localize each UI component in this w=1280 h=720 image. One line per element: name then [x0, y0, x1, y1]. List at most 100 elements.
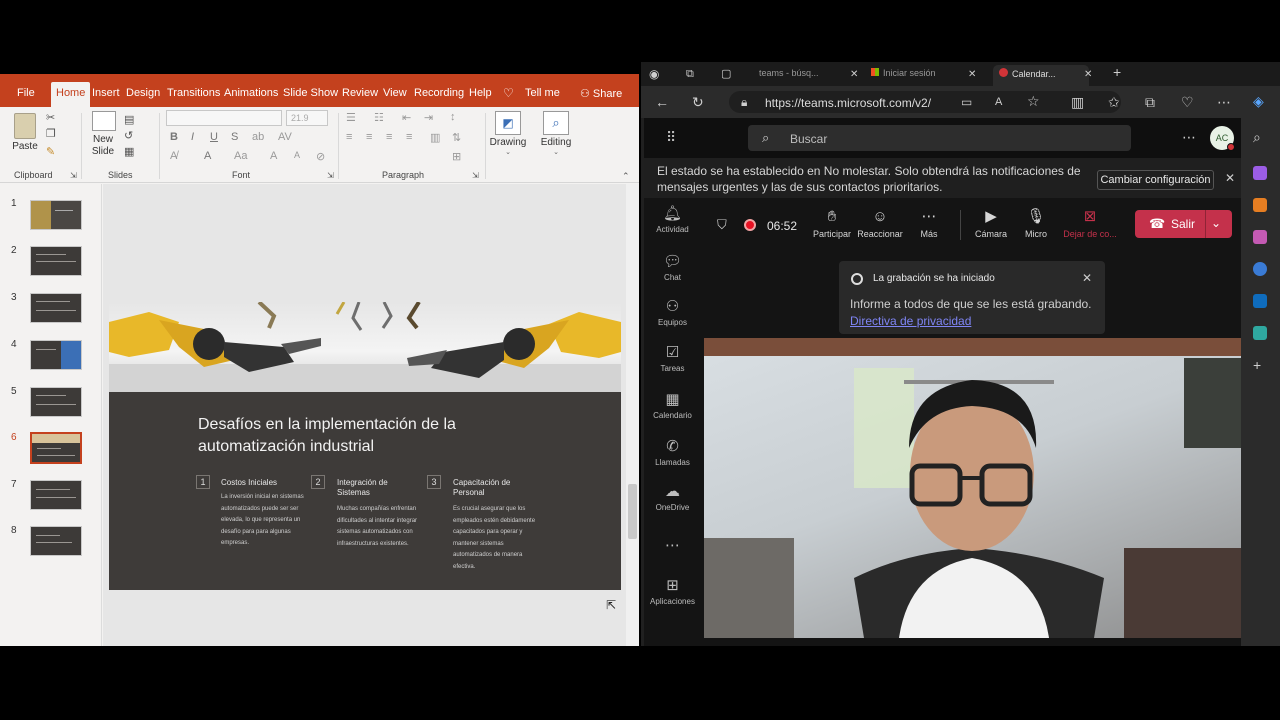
profile-icon[interactable]: ◉: [649, 67, 659, 81]
vertical-scrollbar[interactable]: [626, 184, 639, 646]
tab-actions-icon[interactable]: ▢: [721, 67, 731, 81]
tab-home[interactable]: Home: [51, 82, 91, 107]
tools-icon[interactable]: [1253, 198, 1267, 212]
slide[interactable]: Desafíos en la implementación de la auto…: [109, 302, 621, 590]
microsoft365-icon[interactable]: [1253, 262, 1267, 276]
justify-icon[interactable]: ≡: [406, 131, 412, 143]
new-tab-icon[interactable]: +: [1113, 65, 1121, 79]
rail-item-chat[interactable]: 💬︎ Chat: [644, 254, 701, 283]
shield-icon[interactable]: ⛉: [717, 218, 727, 232]
browser-tab-2[interactable]: Iniciar sesión: [871, 68, 961, 82]
leave-button[interactable]: ☎ Salir ⌄: [1135, 210, 1232, 238]
font-size-box[interactable]: 21.9: [286, 110, 328, 126]
layout-icon[interactable]: ▤: [124, 113, 134, 126]
close-icon[interactable]: ✕: [1084, 68, 1092, 82]
react-button[interactable]: ☺ Reaccionar: [856, 208, 904, 240]
grow-font-icon[interactable]: A: [270, 150, 277, 162]
slide-thumbnail-1[interactable]: [30, 200, 82, 230]
decrease-indent-icon[interactable]: ⇤: [402, 111, 411, 124]
mic-button[interactable]: 🎙︎ Micro: [1019, 208, 1053, 240]
column-1-heading[interactable]: Costos Iniciales: [221, 478, 299, 488]
read-aloud-icon[interactable]: A: [995, 95, 1002, 109]
font-family-box[interactable]: [166, 110, 282, 126]
column-3-heading[interactable]: Capacitación de Personal: [453, 478, 531, 498]
participant-video[interactable]: [704, 338, 1241, 638]
underline-icon[interactable]: U: [210, 131, 218, 143]
rail-item-tareas[interactable]: ☑ Tareas: [644, 345, 701, 374]
tab-design[interactable]: Design: [126, 87, 160, 99]
rail-item-aplicaciones[interactable]: ⊞ Aplicaciones: [644, 578, 701, 607]
add-icon[interactable]: +: [1253, 358, 1261, 372]
camera-button[interactable]: ▶ Cámara: [972, 208, 1010, 240]
slide-thumbnail-3[interactable]: [30, 293, 82, 323]
tell-me-search[interactable]: Tell me: [525, 87, 560, 99]
new-slide-button[interactable]: New Slide: [86, 111, 122, 158]
cut-icon[interactable]: ✂: [46, 111, 55, 124]
clear-format-icon[interactable]: A̸: [170, 150, 177, 162]
more-options-icon[interactable]: ⋯: [1182, 130, 1196, 144]
search-box[interactable]: ⌕ Buscar: [748, 125, 1131, 151]
clipboard-launcher-icon[interactable]: ⇲: [70, 171, 77, 180]
tab-view[interactable]: View: [383, 87, 407, 99]
rail-item-llamadas[interactable]: ✆ Llamadas: [644, 439, 701, 468]
tab-slide-show[interactable]: Slide Show: [283, 87, 338, 99]
more-options-icon[interactable]: ⋯: [1217, 95, 1231, 109]
slide-canvas[interactable]: Desafíos en la implementación de la auto…: [103, 184, 626, 646]
text-direction-icon[interactable]: ⇅: [452, 131, 461, 144]
italic-icon[interactable]: I: [191, 131, 194, 143]
column-1-body[interactable]: La inversión inicial en sistemas automat…: [221, 492, 305, 550]
columns-icon[interactable]: ▥: [430, 131, 440, 144]
rail-more-button[interactable]: ⋯: [644, 538, 701, 554]
tab-animations[interactable]: Animations: [224, 87, 278, 99]
change-settings-button[interactable]: Cambiar configuración: [1097, 170, 1214, 190]
url-text[interactable]: https://teams.microsoft.com/v2/: [765, 96, 931, 110]
align-left-icon[interactable]: ≡: [346, 131, 352, 143]
line-spacing-icon[interactable]: ↕: [450, 111, 456, 123]
highlight-icon[interactable]: ⊘: [316, 150, 325, 163]
slide-title[interactable]: Desafíos en la implementación de la auto…: [198, 414, 498, 458]
smartart-icon[interactable]: ⊞: [452, 150, 461, 163]
rail-item-onedrive[interactable]: ☁ OneDrive: [644, 484, 701, 513]
numbering-icon[interactable]: ☷: [374, 111, 384, 124]
share-button[interactable]: ⚇ Share: [580, 87, 622, 100]
avatar[interactable]: AC: [1210, 126, 1235, 151]
paragraph-launcher-icon[interactable]: ⇲: [472, 171, 479, 180]
browser-essentials-icon[interactable]: ♡: [1181, 95, 1194, 109]
align-right-icon[interactable]: ≡: [386, 131, 392, 143]
format-painter-icon[interactable]: ✎: [46, 145, 55, 158]
split-screen-icon[interactable]: ▥: [1071, 95, 1084, 109]
collapse-ribbon-icon[interactable]: ⌃: [622, 171, 630, 182]
change-case-icon[interactable]: Aa: [234, 150, 247, 162]
address-bar[interactable]: 🔒︎ https://teams.microsoft.com/v2/ ▭ A ☆: [729, 91, 1121, 113]
close-icon[interactable]: ✕: [850, 68, 858, 82]
tab-help[interactable]: Help: [469, 87, 492, 99]
reset-icon[interactable]: ↺: [124, 129, 133, 142]
camera-site-icon[interactable]: ▭: [961, 95, 972, 109]
slide-thumbnail-5[interactable]: [30, 387, 82, 417]
refresh-icon[interactable]: ↻: [692, 95, 704, 109]
tab-review[interactable]: Review: [342, 87, 378, 99]
participate-button[interactable]: ✋︎ Participar: [811, 208, 853, 240]
editing-button[interactable]: ⌕ Editing ⌄: [536, 111, 576, 156]
strikethrough-icon[interactable]: ab: [252, 131, 264, 143]
bullets-icon[interactable]: ☰: [346, 111, 356, 124]
align-center-icon[interactable]: ≡: [366, 131, 372, 143]
close-icon[interactable]: ✕: [1225, 171, 1235, 185]
browser-tab-3[interactable]: Calendar...: [993, 65, 1089, 86]
slide-thumbnail-4[interactable]: [30, 340, 82, 370]
spacing-icon[interactable]: AV: [278, 131, 292, 143]
shadow-icon[interactable]: S: [231, 131, 238, 143]
section-icon[interactable]: ▦: [124, 145, 134, 158]
drawing-button[interactable]: ◩ Drawing ⌄: [488, 111, 528, 156]
stop-sharing-button[interactable]: ⊠ Dejar de co...: [1061, 208, 1119, 240]
drop-icon[interactable]: [1253, 326, 1267, 340]
slide-thumbnail-8[interactable]: [30, 526, 82, 556]
back-icon[interactable]: ←: [655, 95, 669, 109]
tab-file[interactable]: File: [17, 87, 35, 99]
collections-icon[interactable]: ⧉: [1145, 95, 1155, 109]
favorites-icon[interactable]: ✩: [1108, 95, 1120, 109]
more-button[interactable]: ⋯ Más: [911, 208, 947, 240]
tab-insert[interactable]: Insert: [92, 87, 120, 99]
slide-thumbnail-2[interactable]: [30, 246, 82, 276]
rail-item-equipos[interactable]: ⚇ Equipos: [644, 299, 701, 328]
